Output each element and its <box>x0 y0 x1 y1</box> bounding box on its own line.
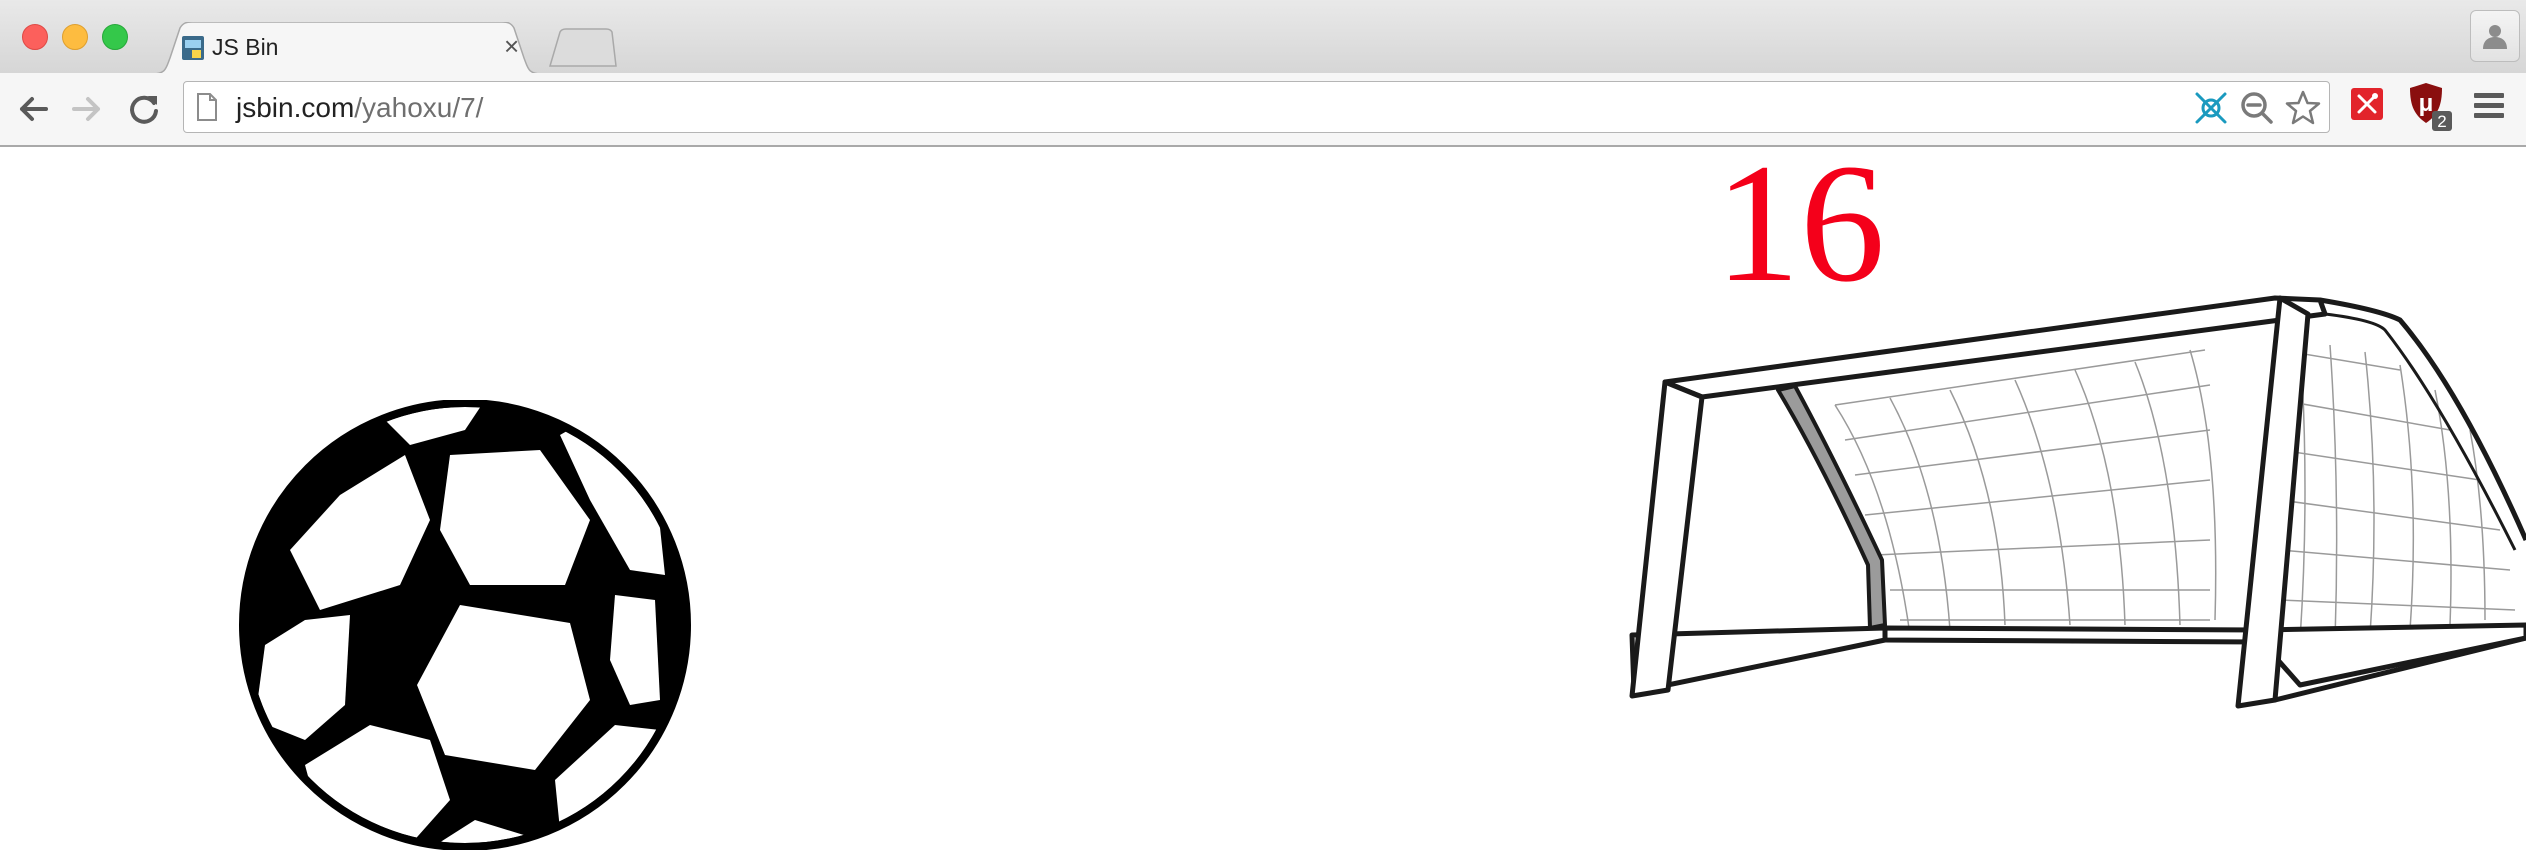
tab-title: JS Bin <box>212 34 279 60</box>
reload-icon[interactable] <box>126 91 162 127</box>
new-tab-button[interactable] <box>548 28 618 73</box>
star-icon[interactable] <box>2284 90 2321 126</box>
tab-strip: JS Bin × <box>0 0 2526 74</box>
ublock-icon[interactable]: μ 2 <box>2408 81 2452 138</box>
menu-icon[interactable] <box>2472 89 2508 128</box>
window-maximize-button[interactable] <box>102 24 128 50</box>
window-minimize-button[interactable] <box>62 24 88 50</box>
profile-button[interactable] <box>2470 10 2520 62</box>
red-extension-icon[interactable] <box>2350 87 2384 126</box>
window-close-button[interactable] <box>22 24 48 50</box>
arrow-left-icon[interactable] <box>14 91 50 127</box>
ublock-badge: 2 <box>2437 112 2446 131</box>
score-counter: 16 <box>1715 129 1885 317</box>
soccer-goal-image <box>1629 295 2526 709</box>
network-icon[interactable] <box>2193 90 2229 126</box>
url-domain: jsbin.com <box>236 92 355 123</box>
url-text: jsbin.com/yahoxu/7/ <box>236 92 483 124</box>
tab-jsbin[interactable]: JS Bin × <box>152 22 542 74</box>
svg-text:μ: μ <box>2419 90 2434 117</box>
person-icon <box>2483 25 2507 49</box>
arrow-right-icon[interactable] <box>70 91 106 127</box>
zoom-out-icon[interactable] <box>2239 90 2275 126</box>
browser-toolbar: jsbin.com/yahoxu/7/ μ 2 <box>0 73 2526 147</box>
page-icon <box>197 93 217 121</box>
jsbin-favicon-icon <box>182 36 204 60</box>
soccer-ball-image <box>239 400 691 850</box>
address-bar[interactable]: jsbin.com/yahoxu/7/ <box>183 81 2330 133</box>
tab-close-icon[interactable]: × <box>504 32 519 60</box>
url-path: /yahoxu/7/ <box>354 92 484 123</box>
